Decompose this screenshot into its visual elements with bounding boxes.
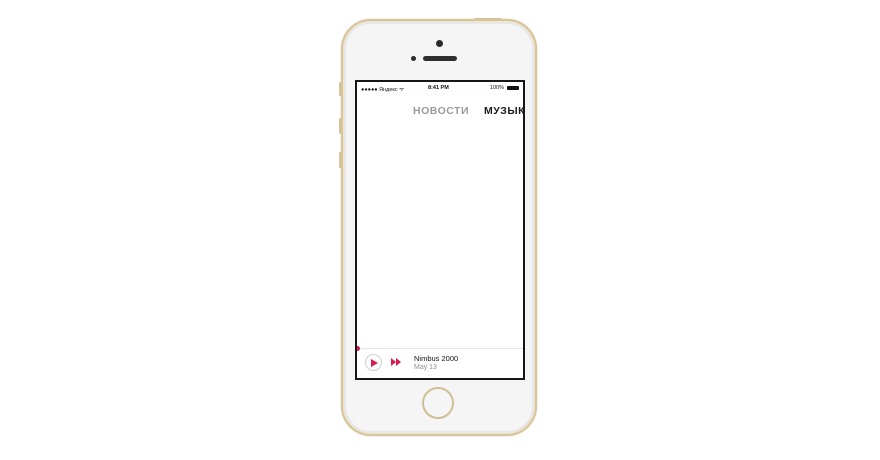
home-button[interactable]	[422, 387, 454, 419]
carrier-signal: ●●●●● Яндекс ᯤ	[361, 87, 405, 93]
stage: ●●●●● Яндекс ᯤ 8:41 PM 100% НОВОСТИ МУЗЫ…	[0, 0, 880, 460]
status-time: 8:41 PM	[428, 85, 449, 91]
proximity-sensor	[411, 56, 416, 61]
track-title: Nimbus 2000	[414, 354, 459, 363]
battery-icon	[507, 86, 519, 90]
earpiece-speaker	[423, 56, 457, 61]
status-bar: ●●●●● Яндекс ᯤ 8:41 PM 100%	[357, 82, 523, 95]
phone-screen: ●●●●● Яндекс ᯤ 8:41 PM 100% НОВОСТИ МУЗЫ…	[355, 80, 525, 380]
tab-news[interactable]: НОВОСТИ	[413, 105, 469, 117]
track-date: May 13	[414, 364, 437, 371]
mini-player: Nimbus 2000 May 13	[357, 346, 523, 378]
play-button[interactable]	[365, 354, 382, 371]
battery-indicator: 100%	[490, 85, 519, 91]
content-area	[357, 126, 523, 348]
fast-forward-icon[interactable]	[391, 358, 401, 366]
category-tabs: НОВОСТИ МУЗЫКА	[357, 95, 523, 126]
tab-music[interactable]: МУЗЫКА	[484, 105, 523, 117]
progress-indicator[interactable]	[357, 346, 360, 351]
play-icon	[371, 359, 378, 367]
front-camera	[436, 40, 443, 47]
battery-percent: 100%	[489, 85, 504, 91]
